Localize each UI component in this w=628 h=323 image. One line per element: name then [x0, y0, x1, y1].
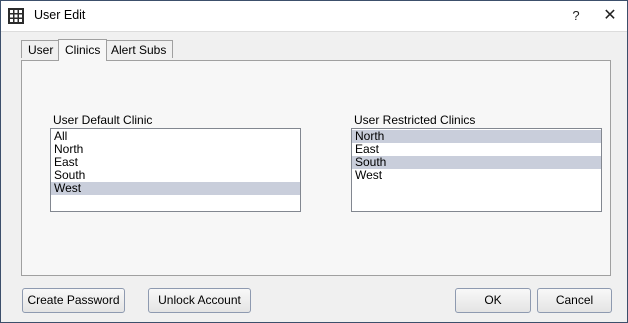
user-edit-dialog: User Edit ? ✕ User Clinics Alert Subs Us…	[0, 0, 628, 323]
title-bar: User Edit ? ✕	[1, 1, 627, 32]
create-password-button[interactable]: Create Password	[22, 288, 125, 313]
list-item[interactable]: South	[51, 169, 300, 182]
window-title: User Edit	[34, 8, 86, 22]
tab-alert-subs[interactable]: Alert Subs	[104, 40, 174, 58]
clinics-tab-panel: User Default Clinic All North East South Wes…	[21, 60, 611, 276]
ok-button[interactable]: OK	[455, 288, 531, 313]
app-grid-icon	[8, 8, 24, 24]
restricted-clinics-label: User Restricted Clinics	[354, 113, 476, 127]
tab-clinics[interactable]: Clinics	[58, 39, 108, 61]
default-clinic-listbox[interactable]: All North East South West	[50, 128, 301, 212]
list-item[interactable]: East	[51, 156, 300, 169]
list-item[interactable]: South	[352, 156, 601, 169]
default-clinic-label: User Default Clinic	[53, 113, 153, 127]
restricted-clinics-listbox[interactable]: North East South West	[351, 128, 602, 212]
close-button[interactable]: ✕	[599, 5, 621, 27]
cancel-button[interactable]: Cancel	[537, 288, 612, 313]
list-item[interactable]: North	[51, 143, 300, 156]
list-item[interactable]: North	[352, 130, 601, 143]
list-item[interactable]: All	[51, 130, 300, 143]
list-item[interactable]: West	[51, 182, 300, 195]
help-button[interactable]: ?	[565, 5, 587, 27]
list-item[interactable]: West	[352, 169, 601, 182]
unlock-account-button[interactable]: Unlock Account	[148, 288, 251, 313]
tab-user[interactable]: User	[21, 40, 61, 58]
list-item[interactable]: East	[352, 143, 601, 156]
